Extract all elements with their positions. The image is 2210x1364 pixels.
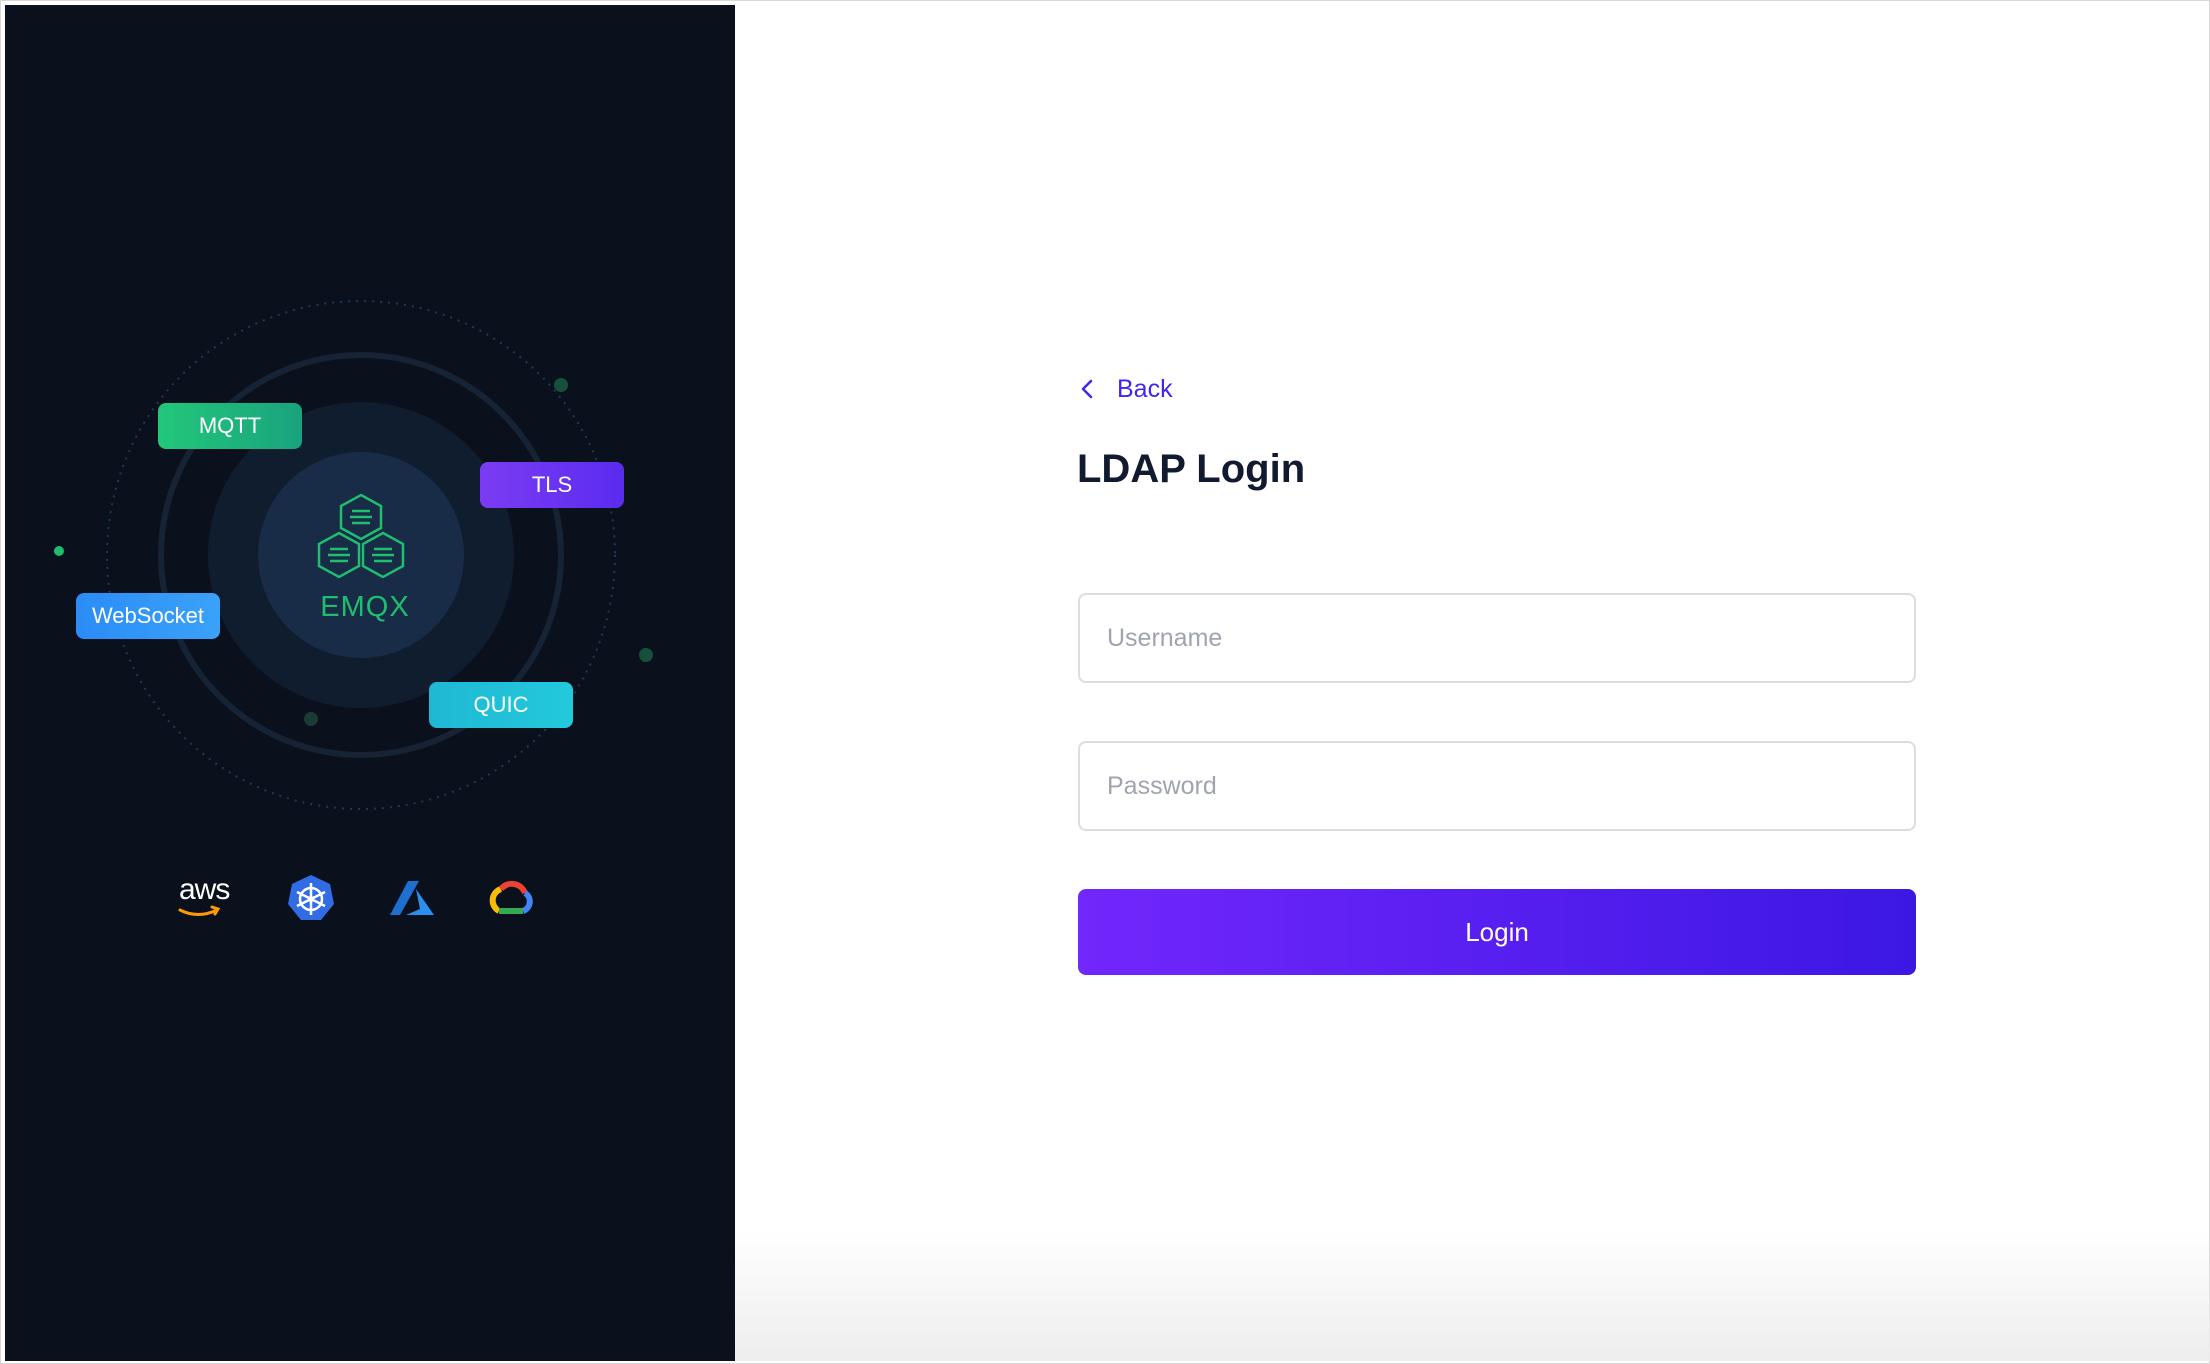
password-input[interactable]: [1078, 741, 1916, 831]
brand-name: EMQX: [320, 591, 410, 623]
azure-icon: [390, 881, 434, 915]
protocol-tag-quic: QUIC: [429, 682, 573, 728]
google-cloud-icon: [489, 880, 533, 914]
bottom-shadow: [735, 1231, 2210, 1361]
app-window: EMQX MQTT TLS WebSocket QUIC aws Back LD…: [0, 0, 2210, 1364]
protocol-orbit-illustration: [54, 300, 653, 810]
brand-panel: EMQX MQTT TLS WebSocket QUIC aws: [5, 5, 735, 1361]
protocol-tag-mqtt: MQTT: [158, 403, 302, 449]
login-button[interactable]: Login: [1078, 889, 1916, 975]
back-label: Back: [1117, 374, 1173, 403]
cloud-provider-logos: aws: [165, 873, 565, 923]
page-title: LDAP Login: [1077, 447, 1306, 491]
kubernetes-icon: [288, 875, 334, 920]
protocol-tag-websocket: WebSocket: [76, 593, 220, 639]
username-input[interactable]: [1078, 593, 1916, 683]
chevron-left-icon: [1081, 379, 1093, 399]
aws-logo-icon: aws: [165, 873, 230, 923]
back-link[interactable]: Back: [1077, 371, 1173, 407]
protocol-tag-tls: TLS: [480, 462, 624, 508]
